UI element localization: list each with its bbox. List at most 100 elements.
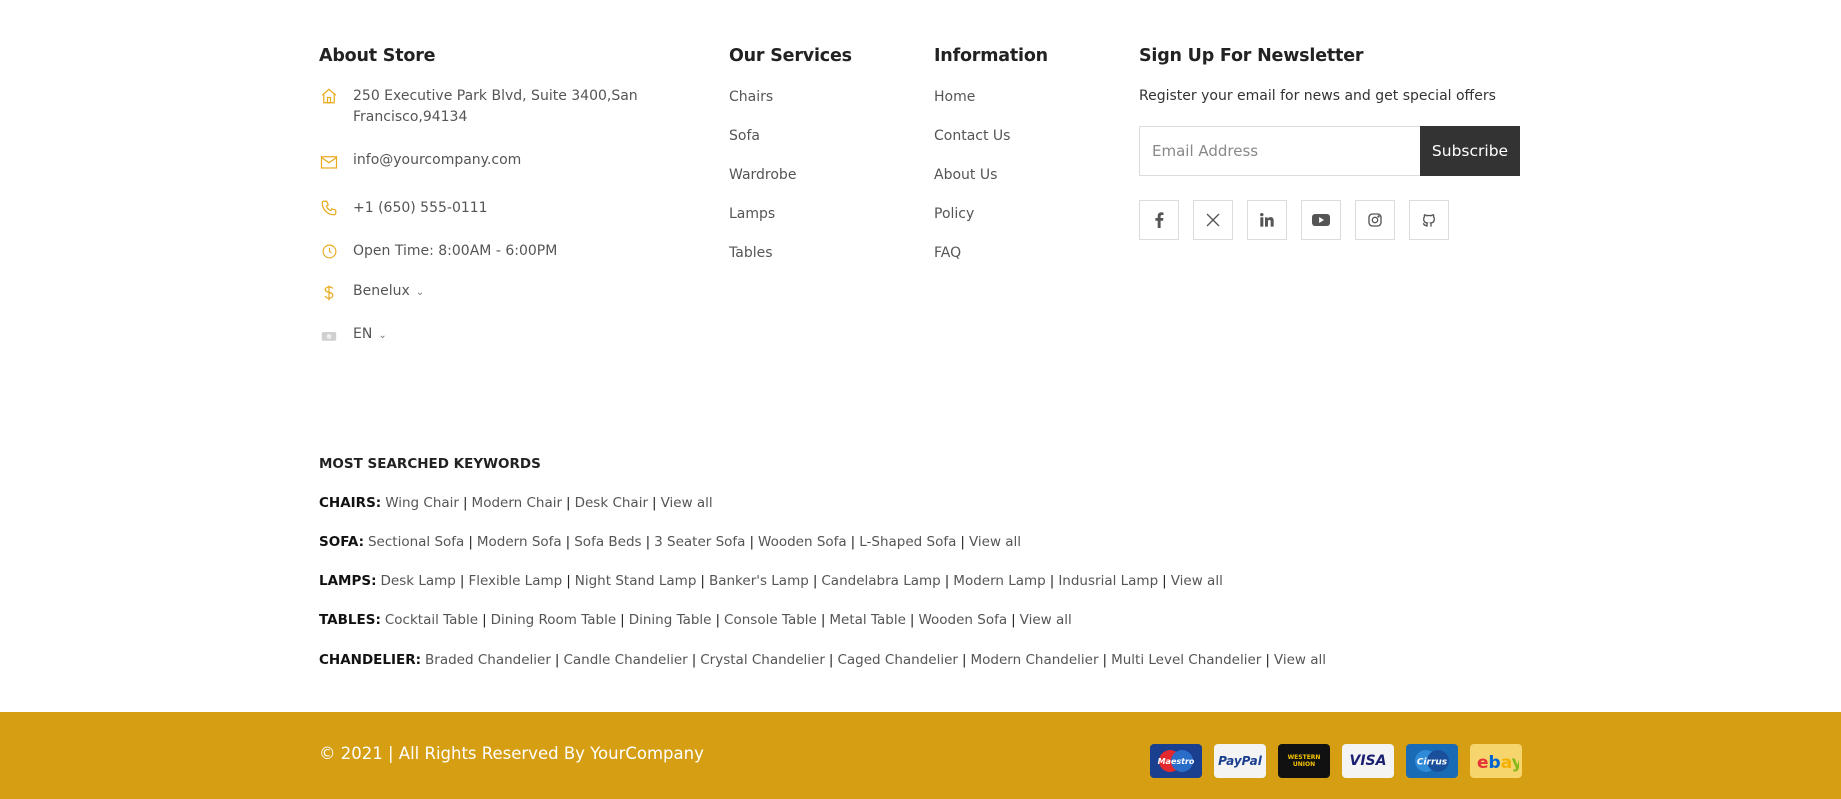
keywords-title: MOST SEARCHED KEYWORDS	[319, 456, 541, 472]
social-links	[1139, 200, 1449, 240]
keyword-separator: |	[828, 652, 834, 668]
keyword-link[interactable]: Cocktail Table	[385, 612, 478, 628]
x-twitter-icon[interactable]	[1193, 200, 1233, 240]
keyword-category: LAMPS:	[319, 573, 377, 589]
keyword-separator: |	[715, 612, 721, 628]
our-services-title: Our Services	[729, 46, 852, 66]
keyword-link[interactable]: Braded Chandelier	[425, 652, 551, 668]
info-link-policy[interactable]: Policy	[934, 206, 974, 222]
keyword-separator: |	[700, 573, 705, 589]
keyword-link[interactable]: View all	[1274, 652, 1326, 668]
keyword-link[interactable]: Multi Level Chandelier	[1111, 652, 1261, 668]
github-icon[interactable]	[1409, 200, 1449, 240]
phone-row: +1 (650) 555-0111	[319, 198, 488, 219]
subscribe-button[interactable]: Subscribe	[1420, 126, 1520, 176]
service-link-lamps[interactable]: Lamps	[729, 206, 775, 222]
info-link-faq[interactable]: FAQ	[934, 245, 961, 261]
cirrus-label: Cirrus	[1417, 758, 1448, 768]
store-phone[interactable]: +1 (650) 555-0111	[353, 198, 488, 219]
keyword-category: SOFA:	[319, 534, 364, 550]
keyword-link[interactable]: View all	[661, 495, 713, 511]
hours-row: Open Time: 8:00AM - 6:00PM	[319, 241, 557, 262]
keyword-link[interactable]: Modern Chair	[472, 495, 563, 511]
service-link-wardrobe[interactable]: Wardrobe	[729, 167, 796, 183]
keyword-link[interactable]: Wing Chair	[385, 495, 459, 511]
service-link-chairs[interactable]: Chairs	[729, 89, 773, 105]
store-hours: Open Time: 8:00AM - 6:00PM	[353, 243, 558, 259]
linkedin-icon[interactable]	[1247, 200, 1287, 240]
address-line-1: 250 Executive Park Blvd, Suite 3400,San	[353, 88, 638, 104]
keyword-link[interactable]: Console Table	[724, 612, 817, 628]
keyword-separator: |	[1265, 652, 1270, 668]
keyword-link[interactable]: Candelabra Lamp	[821, 573, 940, 589]
keyword-link[interactable]: Metal Table	[829, 612, 905, 628]
most-searched-keywords: MOST SEARCHED KEYWORDS CHAIRS: Wing Chair…	[319, 456, 1520, 668]
keyword-link[interactable]: Banker's Lamp	[709, 573, 809, 589]
keyword-link[interactable]: Candle Chandelier	[563, 652, 687, 668]
keyword-link[interactable]: Sectional Sofa	[368, 534, 464, 550]
keyword-link[interactable]: Modern Sofa	[477, 534, 562, 550]
newsletter-title: Sign Up For Newsletter	[1139, 46, 1364, 66]
language-row: EN ⌄	[319, 326, 387, 346]
language-dropdown[interactable]: EN ⌄	[353, 326, 387, 342]
western-union-icon: WESTERN UNION	[1278, 744, 1330, 778]
store-email[interactable]: info@yourcompany.com	[353, 150, 521, 171]
keyword-link[interactable]: L-Shaped Sofa	[859, 534, 956, 550]
keyword-separator: |	[960, 534, 965, 550]
keyword-link[interactable]: Dining Table	[629, 612, 712, 628]
keyword-separator: |	[961, 652, 967, 668]
language-value: EN	[353, 326, 373, 342]
footer-bottom-bar: © 2021 | All Rights Reserved By YourComp…	[0, 712, 1841, 799]
information-column: Information Home Contact Us About Us Pol…	[934, 46, 1134, 261]
address-row: 250 Executive Park Blvd, Suite 3400,San …	[319, 86, 638, 128]
keyword-category: CHAIRS:	[319, 495, 382, 511]
keyword-link[interactable]: Night Stand Lamp	[575, 573, 697, 589]
keyword-separator: |	[459, 573, 465, 589]
service-link-sofa[interactable]: Sofa	[729, 128, 760, 144]
payment-methods: Maestro PayPal WESTERN UNION VISA Cirrus…	[1150, 744, 1522, 778]
western-union-label: WESTERN UNION	[1287, 754, 1321, 768]
keyword-link[interactable]: Indusrial Lamp	[1058, 573, 1158, 589]
keyword-link[interactable]: Desk Chair	[575, 495, 648, 511]
info-link-about-us[interactable]: About Us	[934, 167, 997, 183]
keyword-link[interactable]: Wooden Sofa	[918, 612, 1007, 628]
youtube-icon[interactable]	[1301, 200, 1341, 240]
keyword-separator: |	[482, 612, 487, 628]
keyword-link[interactable]: View all	[1020, 612, 1072, 628]
keyword-link[interactable]: Caged Chandelier	[837, 652, 957, 668]
address-line-2: Francisco,94134	[353, 109, 468, 125]
newsletter-email-input[interactable]: Email Address	[1139, 126, 1420, 176]
info-link-contact-us[interactable]: Contact Us	[934, 128, 1010, 144]
keyword-link[interactable]: 3 Seater Sofa	[654, 534, 745, 550]
keyword-link[interactable]: Dining Room Table	[491, 612, 617, 628]
store-address: 250 Executive Park Blvd, Suite 3400,San …	[353, 86, 638, 128]
currency-dropdown[interactable]: Benelux ⌄	[353, 283, 424, 299]
keyword-link[interactable]: Modern Lamp	[953, 573, 1045, 589]
visa-icon: VISA	[1342, 744, 1394, 778]
keyword-link[interactable]: Modern Chandelier	[971, 652, 1099, 668]
paypal-icon: PayPal	[1214, 744, 1266, 778]
newsletter-description: Register your email for news and get spe…	[1139, 88, 1496, 104]
instagram-icon[interactable]	[1355, 200, 1395, 240]
keyword-row: LAMPS: Desk Lamp | Flexible Lamp | Night Stan…	[319, 573, 1223, 589]
info-link-home[interactable]: Home	[934, 89, 975, 105]
keyword-link[interactable]: Flexible Lamp	[468, 573, 562, 589]
keyword-link[interactable]: Wooden Sofa	[758, 534, 847, 550]
keyword-separator: |	[645, 534, 651, 550]
service-link-tables[interactable]: Tables	[729, 245, 773, 261]
about-store-title: About Store	[319, 46, 436, 66]
keyword-link[interactable]: View all	[1171, 573, 1223, 589]
keyword-separator: |	[462, 495, 468, 511]
keyword-link[interactable]: Desk Lamp	[381, 573, 456, 589]
facebook-icon[interactable]	[1139, 200, 1179, 240]
keyword-link[interactable]: Crystal Chandelier	[700, 652, 825, 668]
keyword-separator: |	[1102, 652, 1108, 668]
keyword-link[interactable]: Sofa Beds	[574, 534, 641, 550]
keyword-separator: |	[652, 495, 657, 511]
keyword-separator: |	[691, 652, 697, 668]
keyword-category: CHANDELIER:	[319, 652, 422, 668]
keyword-separator: |	[944, 573, 950, 589]
keyword-link[interactable]: View all	[969, 534, 1021, 550]
maestro-icon: Maestro	[1150, 744, 1202, 778]
phone-icon	[319, 198, 339, 218]
